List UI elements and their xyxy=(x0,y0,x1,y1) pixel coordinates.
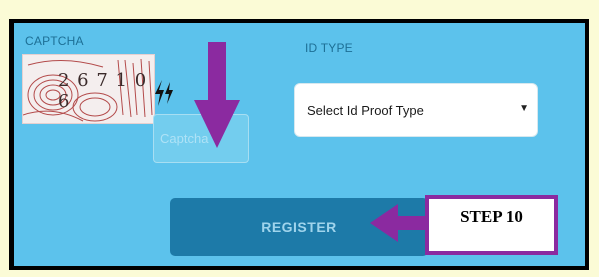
down-arrow-icon xyxy=(194,42,240,148)
annotation-arrows xyxy=(194,42,427,242)
left-arrow-icon xyxy=(370,204,427,242)
